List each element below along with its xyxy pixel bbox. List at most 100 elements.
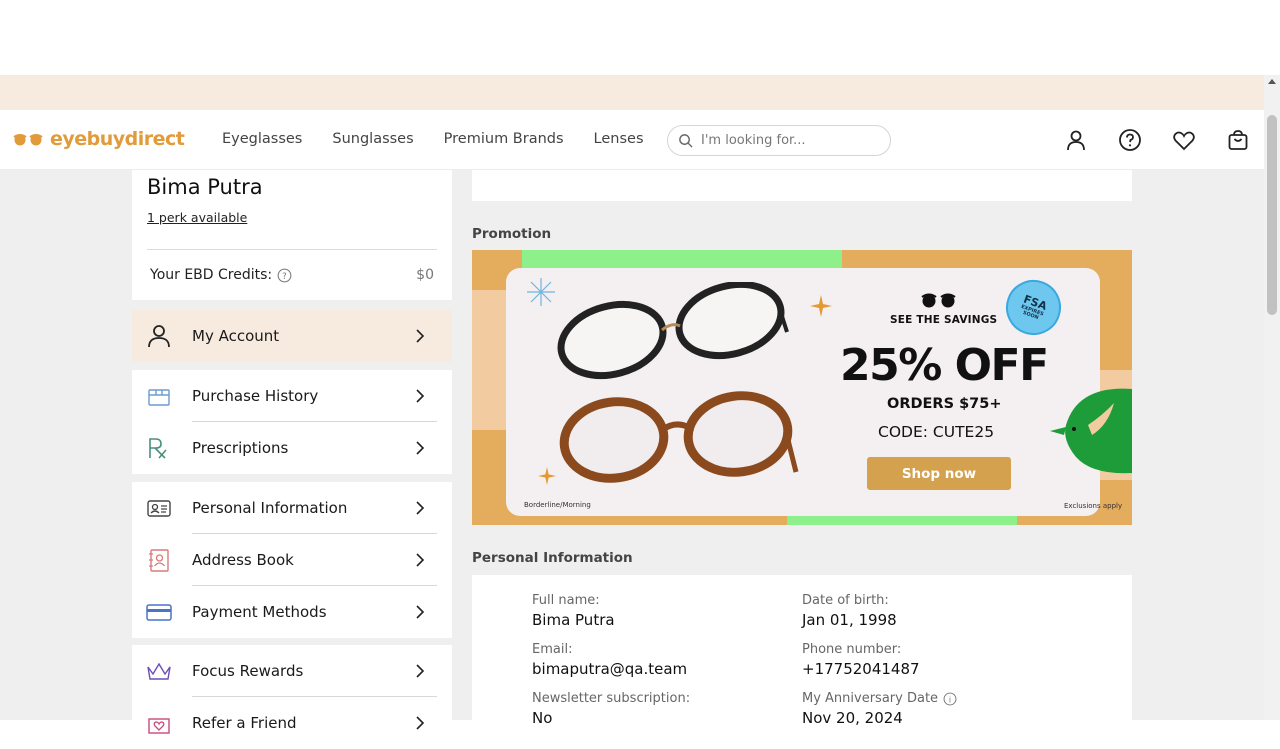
sidebar-item-label: Purchase History [192,387,319,405]
field-value: Bima Putra [532,611,615,629]
nav-sunglasses[interactable]: Sunglasses [332,131,413,147]
scrollbar[interactable] [1264,75,1280,720]
menu-personal-group: Personal Information Address Book Paymen… [132,482,452,638]
full-name-field: Full name: Bima Putra [532,593,615,629]
gift-heart-icon [148,718,170,734]
sidebar-item-refer-a-friend[interactable]: Refer a Friend [132,697,452,749]
dob-field: Date of birth: Jan 01, 1998 [802,593,897,629]
svg-text:i: i [949,695,951,704]
promotion-heading: Promotion [472,226,552,242]
newsletter-field: Newsletter subscription: No [532,691,690,727]
scroll-up-icon[interactable] [1268,79,1276,84]
chevron-right-icon [416,605,425,619]
banner-code: CODE: CUTE25 [878,423,995,441]
cart-bag-icon[interactable] [1226,128,1250,152]
menu-rewards-group: Focus Rewards Refer a Friend [132,645,452,749]
sparkle-icon [810,295,832,317]
promo-strip [0,75,1264,110]
browser-blank-area [0,0,1264,75]
chevron-right-icon [416,329,425,343]
bird-illustration [1050,388,1132,474]
credit-card-icon [146,604,172,621]
promo-banner[interactable]: SEE THE SAVINGS 25% OFF ORDERS $75+ CODE… [472,250,1132,525]
chevron-right-icon [416,501,425,515]
banner-headline: 25% OFF [840,340,1049,391]
search-placeholder: I'm looking for... [701,133,806,148]
field-value: +17752041487 [802,660,920,678]
banner-accent [472,290,508,430]
sidebar-item-label: Address Book [192,551,294,569]
scroll-thumb[interactable] [1267,115,1277,315]
address-book-icon [149,549,169,572]
profile-card: Bima Putra 1 perk available Your EBD Cre… [132,170,452,300]
field-label: Email: [532,642,573,657]
perk-link[interactable]: 1 perk available [147,210,247,225]
chevron-right-icon [416,553,425,567]
main-nav: Eyeglasses Sunglasses Premium Brands Len… [222,131,644,147]
sidebar-item-label: Personal Information [192,499,348,517]
divider [147,249,437,250]
field-value: bimaputra@qa.team [532,660,688,678]
sidebar-item-my-account[interactable]: My Account [132,310,452,362]
chevron-right-icon [416,389,425,403]
nav-lenses[interactable]: Lenses [594,131,644,147]
sidebar-item-payment-methods[interactable]: Payment Methods [132,586,452,638]
eyeglasses-product-image [557,282,799,483]
sidebar-item-label: Prescriptions [192,439,289,457]
credits-label: Your EBD Credits: ? [150,267,292,283]
field-label-text: My Anniversary Date [802,691,939,706]
sidebar-item-address-book[interactable]: Address Book [132,534,452,586]
shop-now-button[interactable]: Shop now [867,457,1011,490]
logo-text: eyebuydirect [50,128,185,150]
svg-text:?: ? [282,270,286,280]
field-value: No [532,709,553,727]
brand-glasses-icon [921,293,956,308]
personal-info-heading: Personal Information [472,550,633,566]
site-header: eyebuydirect Eyeglasses Sunglasses Premi… [0,110,1264,170]
prescription-rx-icon [149,438,167,459]
sidebar-item-label: Refer a Friend [192,714,297,732]
sidebar-item-label: Focus Rewards [192,662,304,680]
help-icon[interactable] [1118,128,1142,152]
id-card-icon [147,500,171,517]
account-page: Bima Putra 1 perk available Your EBD Cre… [0,170,1264,749]
email-field: Email: bimaputra@qa.team [532,642,687,678]
box-icon [148,389,170,406]
info-icon[interactable]: ? [277,268,292,283]
info-icon[interactable]: i [943,692,957,706]
crown-icon [147,662,171,680]
user-icon [148,325,170,348]
field-value: Jan 01, 1998 [802,611,897,629]
field-label: Date of birth: [802,593,889,608]
sidebar-item-focus-rewards[interactable]: Focus Rewards [132,645,452,697]
credits-label-text: Your EBD Credits: [150,267,273,283]
header-icons [1064,128,1250,152]
chevron-right-icon [416,441,425,455]
anniversary-field: My Anniversary Date i Nov 20, 2024 [802,691,957,727]
frame-name-caption: Borderline/Morning [524,501,591,509]
search-input[interactable]: I'm looking for... [667,125,891,156]
chevron-right-icon [416,664,425,678]
field-label: Phone number: [802,642,902,657]
wishlist-heart-icon[interactable] [1172,128,1196,152]
banner-accent [522,250,842,268]
sidebar-item-label: Payment Methods [192,603,327,621]
exclusions-caption: Exclusions apply [1064,502,1123,510]
phone-field: Phone number: +17752041487 [802,642,920,678]
chevron-right-icon [416,716,425,730]
glasses-logo-icon [13,134,43,146]
nav-eyeglasses[interactable]: Eyeglasses [222,131,302,147]
field-label: Full name: [532,593,600,608]
nav-premium-brands[interactable]: Premium Brands [444,131,564,147]
sidebar-item-personal-information[interactable]: Personal Information [132,482,452,534]
menu-orders-group: Purchase History Prescriptions [132,370,452,474]
profile-name: Bima Putra [147,175,263,199]
banner-accent [787,516,1017,525]
sidebar-item-purchase-history[interactable]: Purchase History [132,370,452,422]
account-icon[interactable] [1064,128,1088,152]
sidebar-item-prescriptions[interactable]: Prescriptions [132,422,452,474]
menu-account-group: My Account [132,310,452,362]
logo[interactable]: eyebuydirect [12,128,185,150]
previous-section-card [472,170,1132,201]
field-value: Nov 20, 2024 [802,709,903,727]
